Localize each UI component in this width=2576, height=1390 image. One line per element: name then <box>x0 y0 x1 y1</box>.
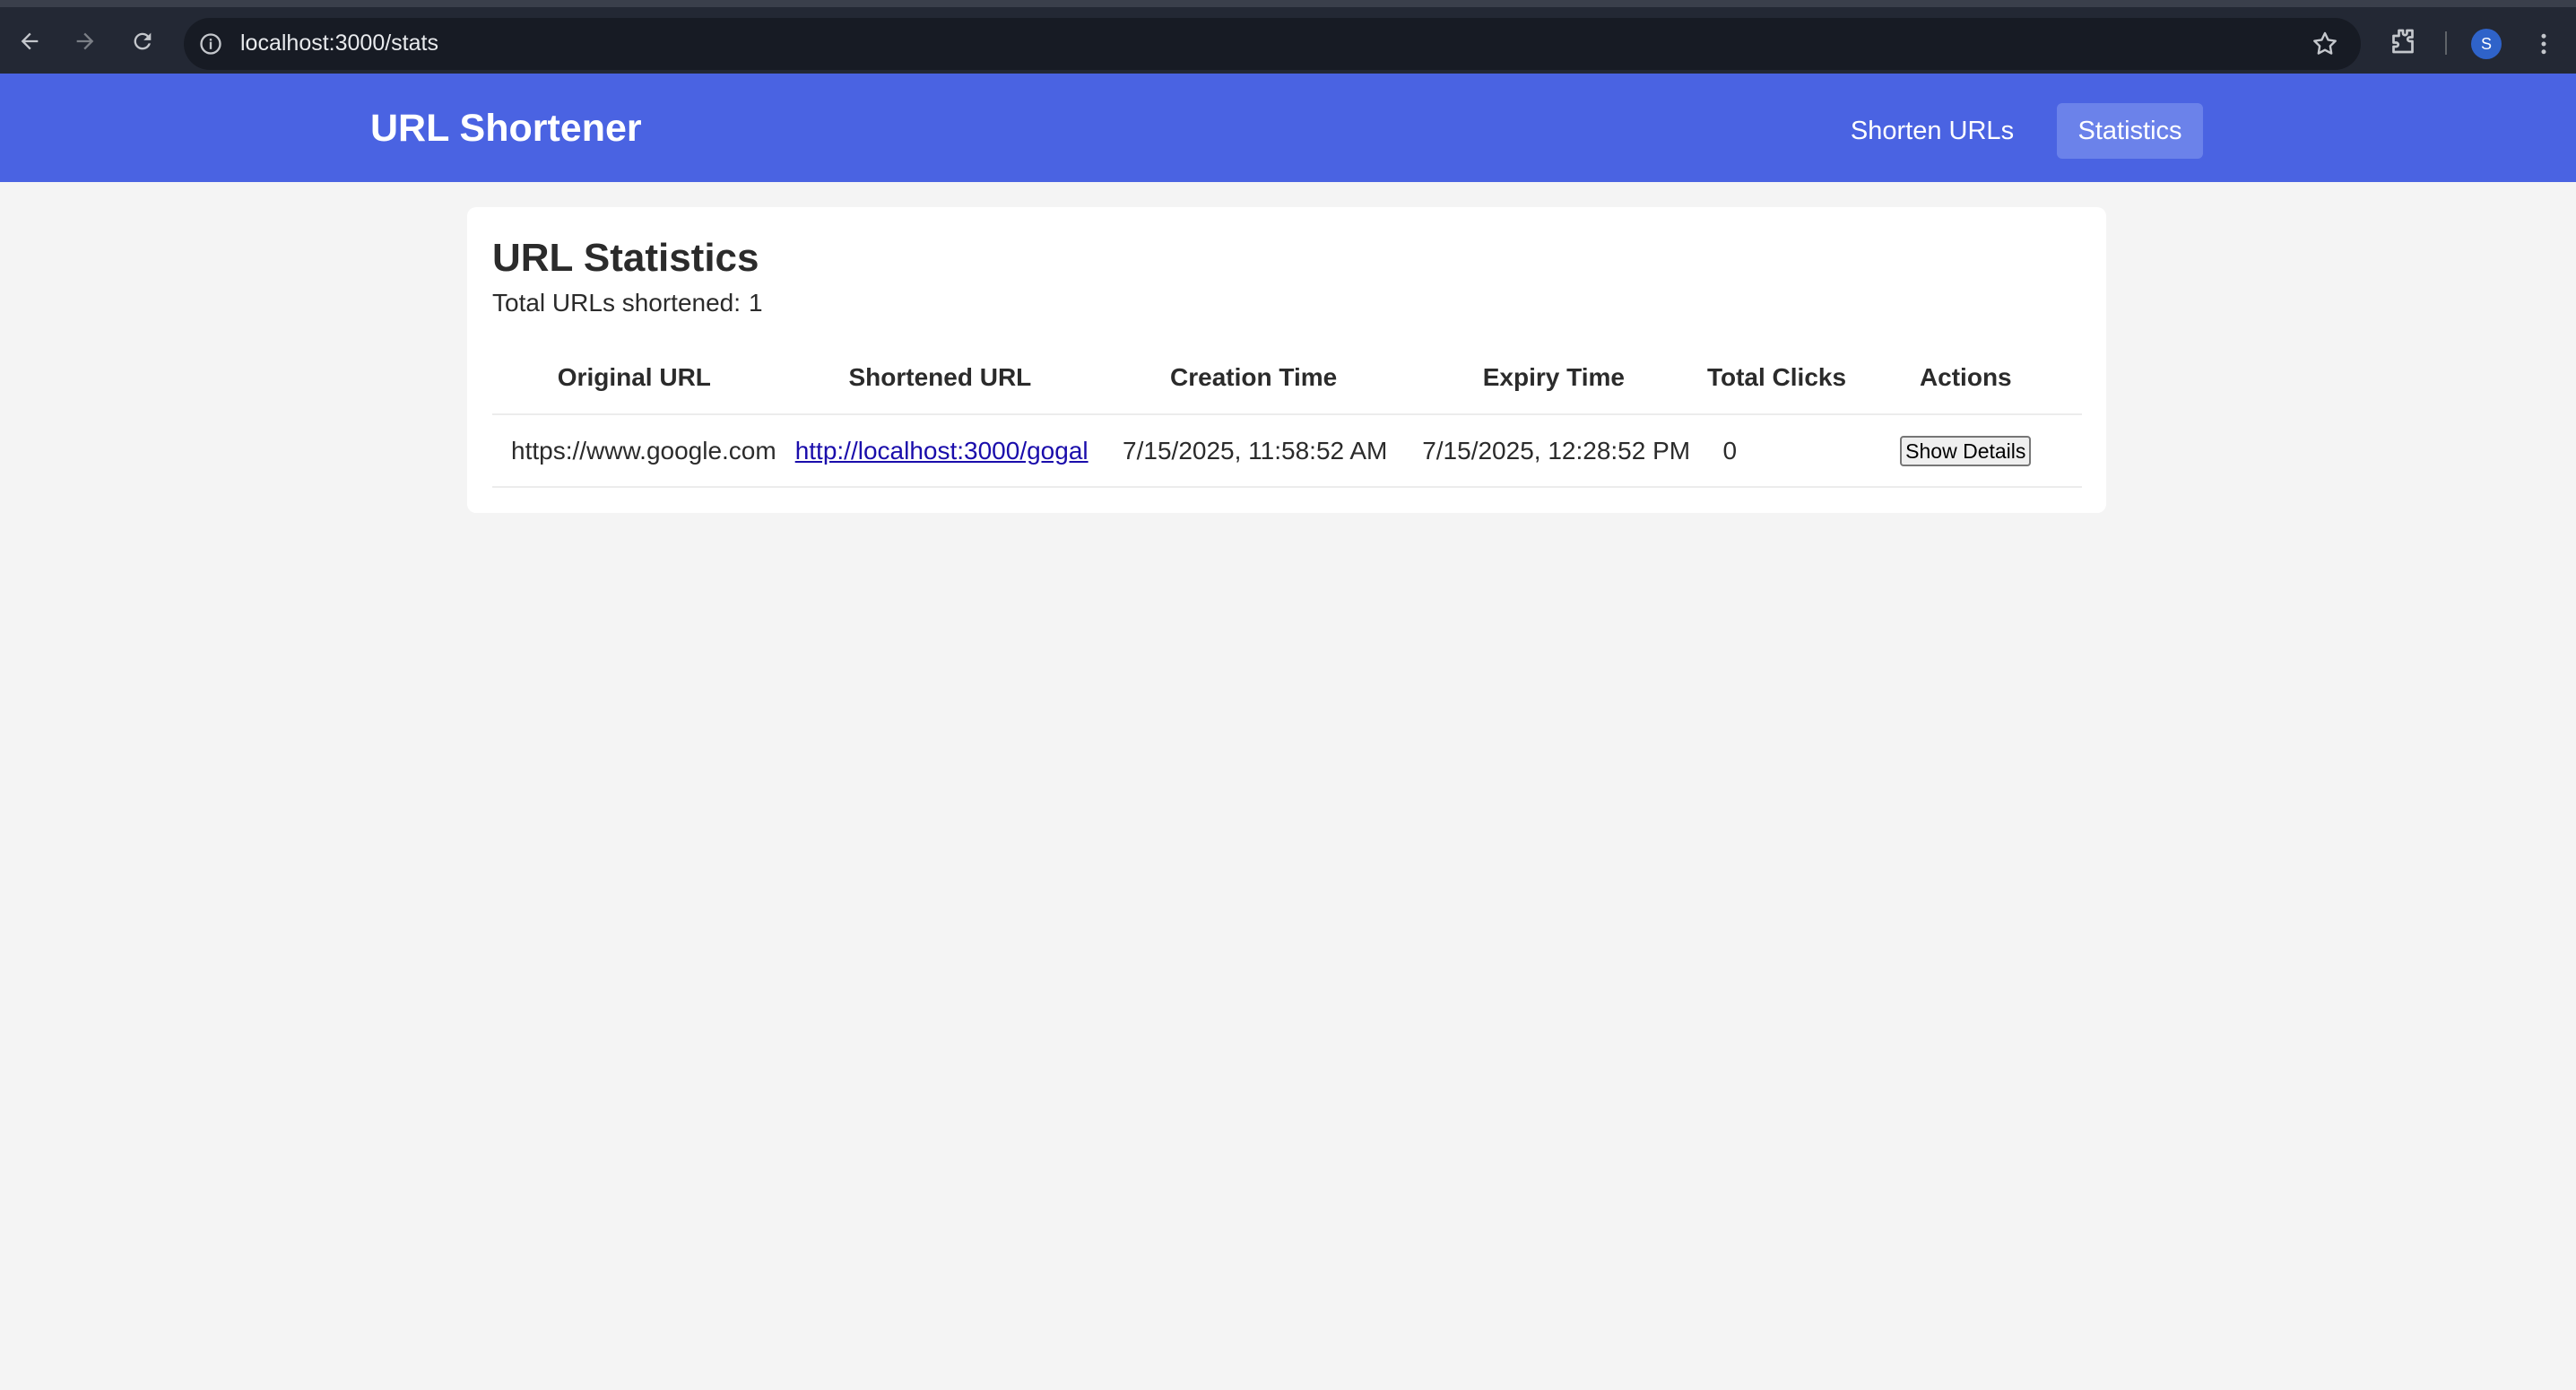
nav-shorten-urls[interactable]: Shorten URLs <box>1847 103 2017 159</box>
column-header-expiry-time: Expiry Time <box>1403 342 1704 415</box>
column-header-original-url: Original URL <box>492 342 776 415</box>
kebab-menu-icon[interactable] <box>2530 29 2557 59</box>
show-details-button[interactable]: Show Details <box>1900 435 2032 466</box>
actions-cell: Show Details <box>1849 414 2082 488</box>
creation-time-cell: 7/15/2025, 11:58:52 AM <box>1104 414 1404 488</box>
column-header-total-clicks: Total Clicks <box>1704 342 1850 415</box>
app-header: URL Shortener Shorten URLs Statistics <box>0 74 2576 182</box>
arrow-left-icon <box>21 32 39 50</box>
address-bar-url[interactable]: localhost:3000/stats <box>240 30 438 56</box>
column-header-actions: Actions <box>1849 342 2082 415</box>
table-header-row: Original URL Shortened URL Creation Time… <box>492 342 2082 415</box>
app-title[interactable]: URL Shortener <box>370 108 642 149</box>
nav-statistics[interactable]: Statistics <box>2057 103 2203 159</box>
browser-toolbar: localhost:3000/stats S <box>0 0 2576 74</box>
expiry-time-cell: 7/15/2025, 12:28:52 PM <box>1403 414 1704 488</box>
page-title: URL Statistics <box>492 236 759 280</box>
table-row: https://www.google.com http://localhost:… <box>492 414 2082 488</box>
column-header-creation-time: Creation Time <box>1104 342 1404 415</box>
profile-avatar[interactable]: S <box>2471 29 2502 59</box>
short-url-link[interactable]: http://localhost:3000/gogal <box>795 437 1089 465</box>
forward-button[interactable] <box>67 23 103 59</box>
total-summary-label: Total URLs shortened: <box>492 289 742 317</box>
address-bar[interactable]: localhost:3000/stats <box>184 18 2361 70</box>
toolbar-divider <box>2445 31 2447 55</box>
info-icon[interactable] <box>198 31 223 56</box>
total-clicks-cell: 0 <box>1704 414 1850 488</box>
extensions-puzzle-icon[interactable] <box>2387 25 2419 57</box>
total-summary: Total URLs shortened: 1 <box>492 288 763 318</box>
stats-table: Original URL Shortened URL Creation Time… <box>492 342 2082 488</box>
reload-icon <box>134 32 152 50</box>
arrow-right-icon <box>76 32 94 50</box>
short-url-cell: http://localhost:3000/gogal <box>776 414 1105 488</box>
back-button[interactable] <box>12 23 48 59</box>
original-url-cell: https://www.google.com <box>492 414 776 488</box>
reload-button[interactable] <box>125 23 160 59</box>
column-header-shortened-url: Shortened URL <box>776 342 1105 415</box>
bookmark-star-icon[interactable] <box>2311 30 2339 58</box>
stats-card: URL Statistics Total URLs shortened: 1 Or… <box>467 207 2106 513</box>
total-summary-count: 1 <box>749 289 763 317</box>
